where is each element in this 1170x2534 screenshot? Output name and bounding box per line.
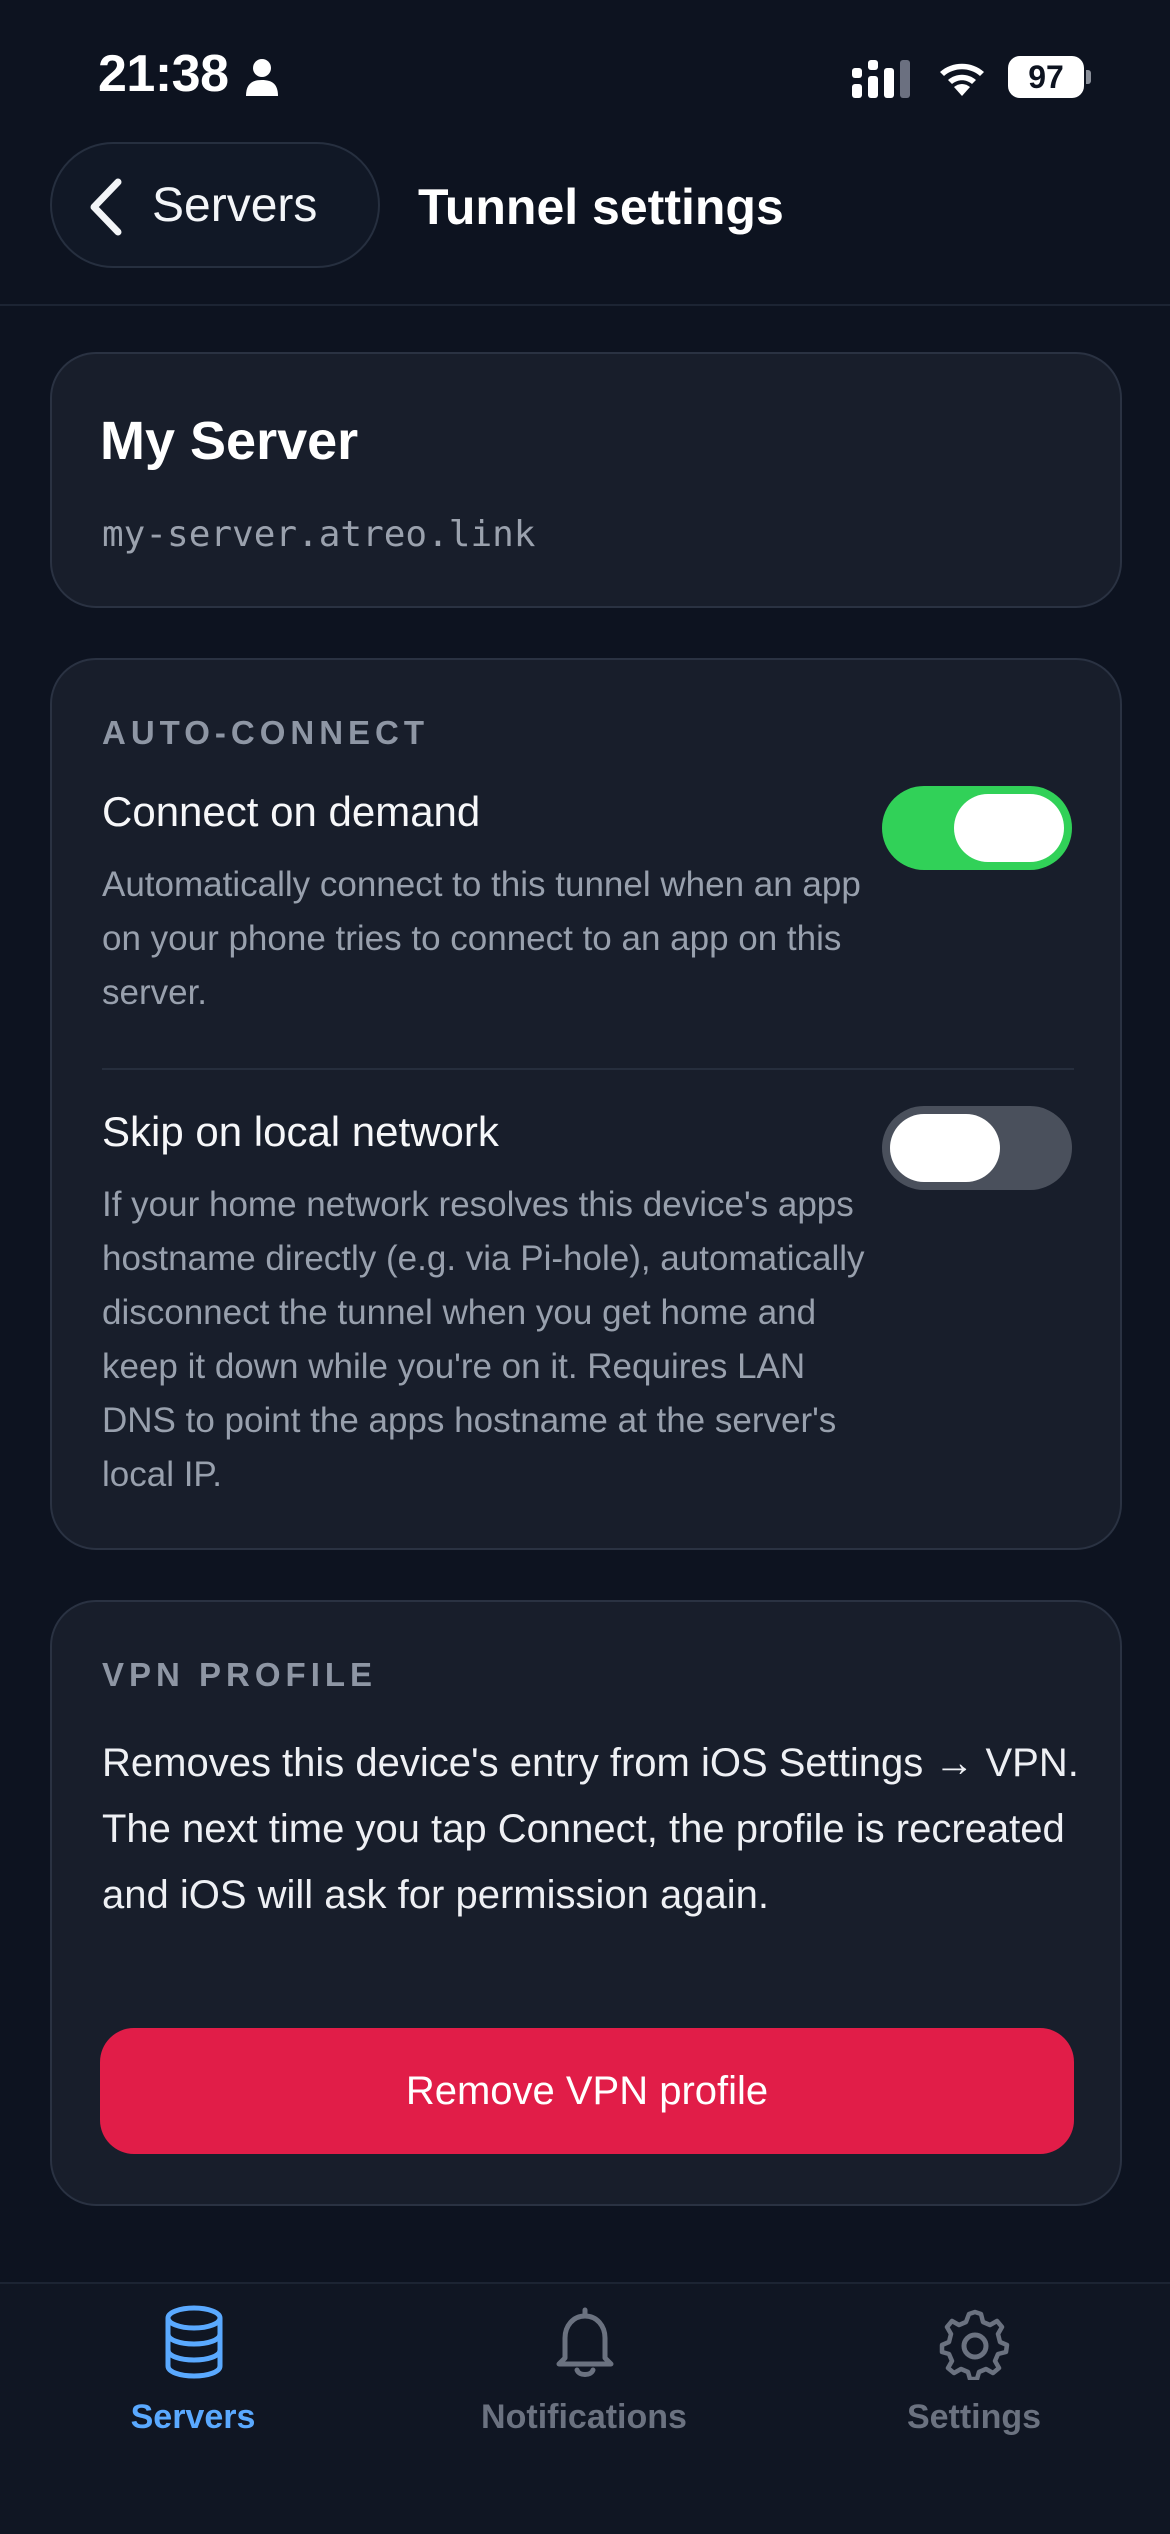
remove-vpn-profile-button[interactable]: Remove VPN profile [100,2028,1074,2154]
bell-icon [556,2307,614,2377]
skip-local-network-toggle[interactable] [882,1106,1072,1190]
connect-on-demand-title: Connect on demand [102,788,481,835]
cellular-signal-icon [852,60,910,98]
tunnel-settings-screen: 21:38 97 Servers Tunnel settings My Serv… [0,0,1170,2534]
battery-indicator: 97 [1008,56,1092,98]
skip-local-network-title: Skip on local network [102,1108,499,1155]
database-icon [165,2305,223,2379]
server-name: My Server [100,411,359,471]
tab-servers-label: Servers [130,2398,256,2436]
tab-notifications-label: Notifications [481,2398,687,2436]
connect-on-demand-toggle[interactable] [882,786,1072,870]
connect-on-demand-description: Automatically connect to this tunnel whe… [102,865,861,1012]
status-bar: 21:38 97 [0,0,1170,140]
remove-vpn-profile-label: Remove VPN profile [405,2069,769,2113]
divider [102,1068,1074,1070]
person-icon [246,59,278,96]
section-label-vpn-profile: VPN PROFILE [102,1656,378,1693]
tab-bar: Servers Notifications Settings [0,2282,1170,2534]
wifi-icon [940,63,984,96]
toggle-knob [890,1114,1000,1182]
nav-header: Servers Tunnel settings [0,140,1170,306]
page-title: Tunnel settings [418,179,784,235]
gear-icon [939,2309,1010,2380]
auto-connect-card: AUTO-CONNECT Connect on demand Automatic… [50,658,1122,1550]
chevron-left-icon [90,178,122,236]
vpn-profile-card: VPN PROFILE Removes this device's entry … [50,1600,1122,2206]
section-label-auto-connect: AUTO-CONNECT [102,714,430,751]
server-card: My Server my-server.atreo.link [50,352,1122,608]
tab-servers[interactable]: Servers [43,2304,343,2464]
skip-local-network-description: If your home network resolves this devic… [102,1185,865,1494]
back-button-label: Servers [152,179,318,232]
tab-settings[interactable]: Settings [824,2304,1124,2464]
vpn-profile-description: Removes this device's entry from iOS Set… [102,1741,1079,1917]
back-button[interactable]: Servers [50,142,380,268]
tab-notifications[interactable]: Notifications [434,2304,734,2464]
server-hostname: my-server.atreo.link [102,514,536,555]
tab-settings-label: Settings [906,2398,1042,2436]
toggle-knob [954,794,1064,862]
battery-level: 97 [1008,56,1084,98]
status-time: 21:38 [98,45,229,103]
battery-nub [1086,70,1091,84]
